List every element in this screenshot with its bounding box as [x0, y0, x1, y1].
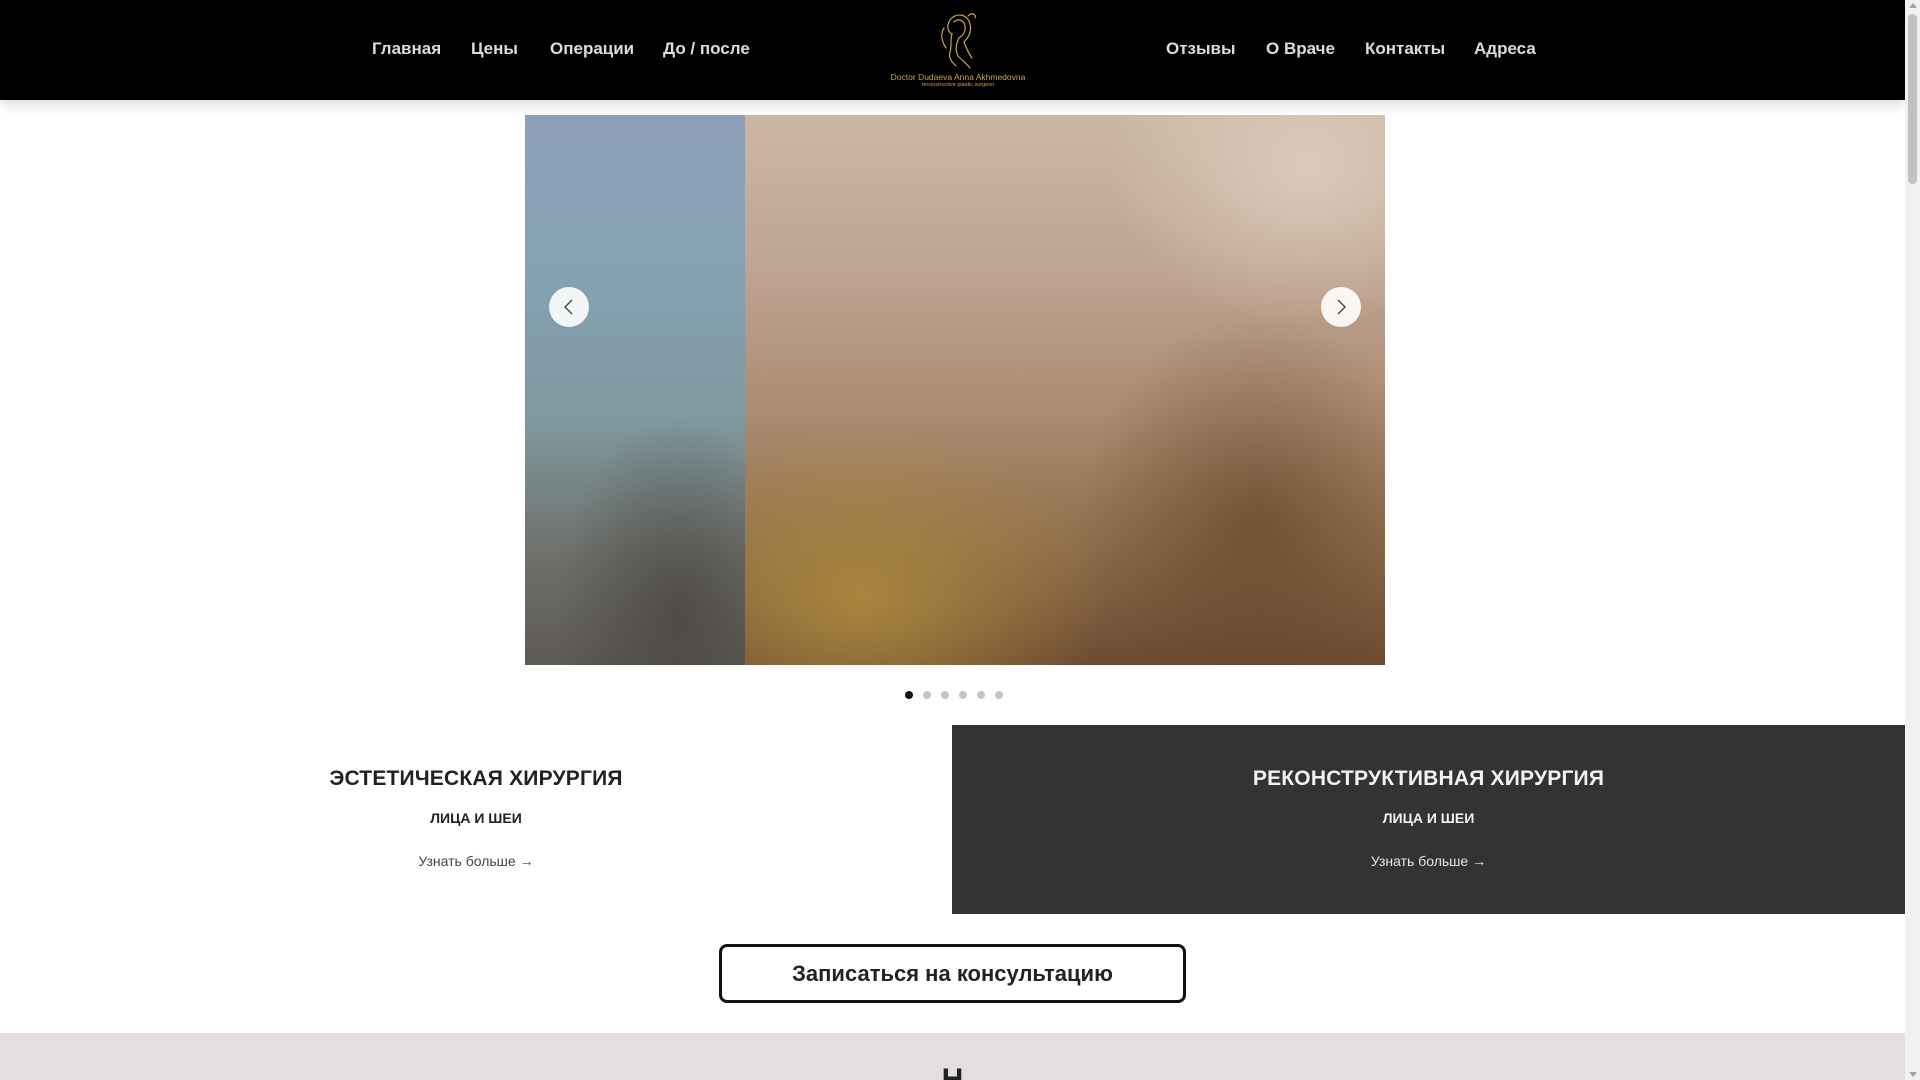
slide-image-current: [745, 115, 1385, 665]
nav-link-about-doctor[interactable]: О Враче: [1266, 0, 1335, 100]
panel-title: РЕКОНСТРУКТИВНАЯ ХИРУРГИЯ: [1252, 767, 1605, 790]
slider-dot[interactable]: [941, 691, 949, 699]
nav-link-contacts[interactable]: Контакты: [1365, 0, 1445, 100]
slide-image-previous: [525, 115, 745, 665]
slider-dot[interactable]: [905, 691, 913, 699]
nav-link-addresses[interactable]: Адреса: [1474, 0, 1536, 100]
scroll-down-arrow-icon[interactable]: [1908, 1072, 1917, 1077]
slider-dot[interactable]: [977, 691, 985, 699]
nav-link-reviews[interactable]: Отзывы: [1166, 0, 1236, 100]
page: Главная Цены Операции До / после Doctor …: [0, 0, 1920, 1080]
section-heading: Н: [941, 1063, 964, 1080]
chevron-left-icon: [564, 299, 573, 315]
slider-dot[interactable]: [995, 691, 1003, 699]
scrollbar-thumb[interactable]: [1908, 14, 1917, 184]
nav-link-home[interactable]: Главная: [372, 0, 441, 100]
aesthetic-surgery-panel: ЭСТЕТИЧЕСКАЯ ХИРУРГИЯ ЛИЦА И ШЕИ Узнать …: [0, 725, 952, 914]
panel-subtitle: ЛИЦА И ШЕИ: [430, 810, 522, 826]
site-header: Главная Цены Операции До / после Doctor …: [0, 0, 1905, 100]
slider-dot[interactable]: [923, 691, 931, 699]
nav-link-prices[interactable]: Цены: [471, 0, 518, 100]
nav-link-before-after[interactable]: До / после: [663, 0, 750, 100]
site-logo[interactable]: Doctor Dudaeva Anna Akhmedovna reconstru…: [880, 8, 1036, 94]
logo-name: Doctor Dudaeva Anna Akhmedovna: [890, 72, 1026, 82]
slider-prev-button[interactable]: [549, 287, 589, 327]
slider-next-button[interactable]: [1321, 287, 1361, 327]
next-section: Н: [0, 1033, 1905, 1080]
book-consultation-button[interactable]: Записаться на консультацию: [719, 944, 1186, 1003]
logo-portrait-icon: [941, 13, 976, 69]
slider-dot[interactable]: [959, 691, 967, 699]
nav-link-operations[interactable]: Операции: [550, 0, 634, 100]
scroll-up-arrow-icon[interactable]: [1908, 3, 1917, 8]
image-slider[interactable]: [525, 115, 1385, 665]
learn-more-link[interactable]: Узнать больше →: [952, 853, 1905, 869]
logo-subtitle: reconstructive plastic surgeon: [921, 82, 995, 88]
chevron-right-icon: [1337, 299, 1346, 315]
panel-subtitle: ЛИЦА И ШЕИ: [1382, 810, 1475, 826]
reconstructive-surgery-panel: РЕКОНСТРУКТИВНАЯ ХИРУРГИЯ ЛИЦА И ШЕИ Узн…: [952, 725, 1905, 914]
page-scrollbar[interactable]: [1905, 0, 1920, 1080]
panel-title: ЭСТЕТИЧЕСКАЯ ХИРУРГИЯ: [329, 767, 623, 790]
learn-more-link[interactable]: Узнать больше →: [0, 853, 952, 869]
